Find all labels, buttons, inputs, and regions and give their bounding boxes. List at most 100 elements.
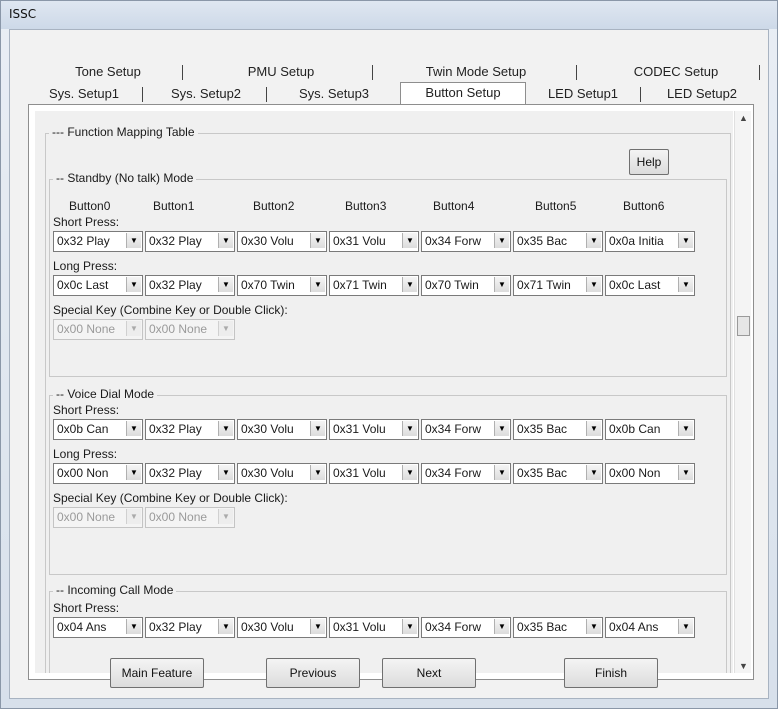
tab-button-setup[interactable]: Button Setup	[400, 82, 526, 104]
dropdown-arrow-icon: ▼	[310, 465, 325, 480]
tab-separator	[576, 65, 577, 80]
previous-button[interactable]: Previous	[266, 658, 360, 688]
incoming-short-button4-select[interactable]: 0x34 Forw ▼	[421, 617, 511, 638]
select-value: 0x34 Forw	[425, 466, 482, 480]
voice-dial-short-button4-select[interactable]: 0x34 Forw ▼	[421, 419, 511, 440]
select-value: 0x00 Non	[57, 466, 109, 480]
main-feature-button[interactable]: Main Feature	[110, 658, 204, 688]
standby-long-button5-select[interactable]: 0x71 Twin ▼	[513, 275, 603, 296]
select-value: 0x00 None	[149, 510, 208, 524]
standby-short-button3-select[interactable]: 0x31 Volu ▼	[329, 231, 419, 252]
tab-led-setup1[interactable]: LED Setup1	[528, 84, 638, 103]
dropdown-arrow-icon: ▼	[126, 421, 141, 436]
voice-dial-long-button4-select[interactable]: 0x34 Forw ▼	[421, 463, 511, 484]
tab-sys-setup2[interactable]: Sys. Setup2	[150, 84, 262, 103]
voice-dial-short-button5-select[interactable]: 0x35 Bac ▼	[513, 419, 603, 440]
scroll-up-arrow-icon[interactable]: ▲	[739, 113, 748, 123]
voice-dial-long-button1-select[interactable]: 0x32 Play ▼	[145, 463, 235, 484]
standby-long-button3-select[interactable]: 0x71 Twin ▼	[329, 275, 419, 296]
select-value: 0x35 Bac	[517, 620, 568, 634]
dropdown-arrow-icon: ▼	[126, 465, 141, 480]
select-value: 0x04 Ans	[57, 620, 107, 634]
next-button[interactable]: Next	[382, 658, 476, 688]
tab-sys-setup3[interactable]: Sys. Setup3	[276, 84, 392, 103]
voice-dial-short-button3-select[interactable]: 0x31 Volu ▼	[329, 419, 419, 440]
select-value: 0x0c Last	[57, 278, 109, 292]
dropdown-arrow-icon: ▼	[218, 509, 233, 524]
incoming-short-button2-select[interactable]: 0x30 Volu ▼	[237, 617, 327, 638]
voice-dial-short-button1-select[interactable]: 0x32 Play ▼	[145, 419, 235, 440]
dropdown-arrow-icon: ▼	[494, 465, 509, 480]
select-value: 0x30 Volu	[241, 422, 294, 436]
voice-dial-special-key2-select: 0x00 None ▼	[145, 507, 235, 528]
window-title: ISSC	[9, 7, 37, 21]
dropdown-arrow-icon: ▼	[126, 277, 141, 292]
dialog-client: Tone Setup PMU Setup Twin Mode Setup COD…	[9, 29, 769, 699]
finish-button[interactable]: Finish	[564, 658, 658, 688]
select-value: 0x34 Forw	[425, 620, 482, 634]
voice-dial-long-button0-select[interactable]: 0x00 Non ▼	[53, 463, 143, 484]
standby-long-button6-select[interactable]: 0x0c Last ▼	[605, 275, 695, 296]
title-bar[interactable]: ISSC	[1, 1, 777, 29]
voice-dial-short-button2-select[interactable]: 0x30 Volu ▼	[237, 419, 327, 440]
function-mapping-title: --- Function Mapping Table	[49, 125, 198, 139]
select-value: 0x31 Volu	[333, 422, 386, 436]
select-value: 0x34 Forw	[425, 422, 482, 436]
help-button[interactable]: Help	[629, 149, 669, 175]
button6-header: Button6	[623, 199, 665, 213]
voice-dial-long-button6-select[interactable]: 0x00 Non ▼	[605, 463, 695, 484]
select-value: 0x30 Volu	[241, 466, 294, 480]
select-value: 0x0c Last	[609, 278, 661, 292]
standby-long-button0-select[interactable]: 0x0c Last ▼	[53, 275, 143, 296]
voice-dial-long-button2-select[interactable]: 0x30 Volu ▼	[237, 463, 327, 484]
standby-short-button1-select[interactable]: 0x32 Play ▼	[145, 231, 235, 252]
button5-header: Button5	[535, 199, 577, 213]
voice-dial-special-key1-select: 0x00 None ▼	[53, 507, 143, 528]
select-value: 0x00 None	[149, 322, 208, 336]
scroll-area: --- Function Mapping Table Help -- Stand…	[35, 111, 733, 673]
standby-short-button6-select[interactable]: 0x0a Initia ▼	[605, 231, 695, 252]
incoming-short-button5-select[interactable]: 0x35 Bac ▼	[513, 617, 603, 638]
tab-separator	[759, 65, 760, 80]
dropdown-arrow-icon: ▼	[494, 421, 509, 436]
dropdown-arrow-icon: ▼	[310, 277, 325, 292]
select-value: 0x30 Volu	[241, 620, 294, 634]
scroll-down-arrow-icon[interactable]: ▼	[739, 661, 748, 671]
tab-twin-mode-setup[interactable]: Twin Mode Setup	[386, 62, 566, 81]
tab-pmu-setup[interactable]: PMU Setup	[196, 62, 366, 81]
incoming-short-button6-select[interactable]: 0x04 Ans ▼	[605, 617, 695, 638]
standby-long-button1-select[interactable]: 0x32 Play ▼	[145, 275, 235, 296]
voice-dial-short-button6-select[interactable]: 0x0b Can ▼	[605, 419, 695, 440]
dropdown-arrow-icon: ▼	[678, 465, 693, 480]
button4-header: Button4	[433, 199, 475, 213]
select-value: 0x70 Twin	[241, 278, 295, 292]
voice-dial-long-press-label: Long Press:	[53, 447, 118, 461]
voice-dial-short-press-label: Short Press:	[53, 403, 120, 417]
tab-sys-setup1[interactable]: Sys. Setup1	[28, 84, 140, 103]
standby-short-button0-select[interactable]: 0x32 Play ▼	[53, 231, 143, 252]
incoming-short-button3-select[interactable]: 0x31 Volu ▼	[329, 617, 419, 638]
incoming-short-button0-select[interactable]: 0x04 Ans ▼	[53, 617, 143, 638]
dropdown-arrow-icon: ▼	[126, 509, 141, 524]
voice-dial-long-button5-select[interactable]: 0x35 Bac ▼	[513, 463, 603, 484]
select-value: 0x32 Play	[149, 234, 202, 248]
dropdown-arrow-icon: ▼	[126, 321, 141, 336]
incoming-short-button1-select[interactable]: 0x32 Play ▼	[145, 617, 235, 638]
tab-codec-setup[interactable]: CODEC Setup	[596, 62, 756, 81]
standby-mode-title: -- Standby (No talk) Mode	[53, 171, 197, 185]
select-value: 0x32 Play	[149, 466, 202, 480]
scrollbar-thumb[interactable]	[737, 316, 750, 336]
standby-short-button5-select[interactable]: 0x35 Bac ▼	[513, 231, 603, 252]
vertical-scrollbar[interactable]: ▲ ▼	[734, 111, 751, 673]
standby-long-button2-select[interactable]: 0x70 Twin ▼	[237, 275, 327, 296]
standby-short-button2-select[interactable]: 0x30 Volu ▼	[237, 231, 327, 252]
select-value: 0x32 Play	[149, 620, 202, 634]
tab-tone-setup[interactable]: Tone Setup	[40, 62, 176, 81]
voice-dial-long-button3-select[interactable]: 0x31 Volu ▼	[329, 463, 419, 484]
standby-short-button4-select[interactable]: 0x34 Forw ▼	[421, 231, 511, 252]
standby-long-button4-select[interactable]: 0x70 Twin ▼	[421, 275, 511, 296]
tab-led-setup2[interactable]: LED Setup2	[648, 84, 756, 103]
voice-dial-short-button0-select[interactable]: 0x0b Can ▼	[53, 419, 143, 440]
dropdown-arrow-icon: ▼	[678, 421, 693, 436]
incoming-call-short-press-label: Short Press:	[53, 601, 120, 615]
